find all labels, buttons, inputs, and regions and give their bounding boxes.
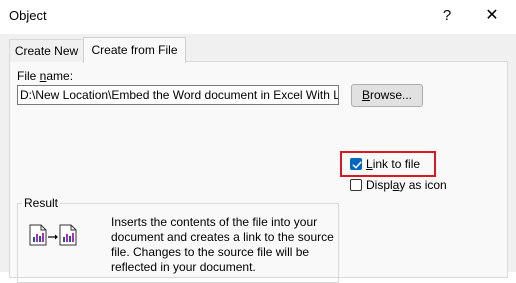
tab-create-from-file[interactable]: Create from File	[83, 37, 186, 63]
browse-button[interactable]: Browse...	[351, 84, 423, 107]
result-label: Result	[22, 196, 61, 210]
link-to-file-checkbox[interactable]	[350, 158, 362, 170]
linked-document-icon	[29, 224, 79, 251]
display-as-icon-checkbox[interactable]	[350, 179, 362, 191]
link-to-file-label[interactable]: Link to file	[366, 157, 420, 171]
file-name-label: File name:	[17, 69, 74, 83]
help-button[interactable]: ?	[437, 4, 457, 28]
file-name-input[interactable]: D:\New Location\Embed the Word document …	[17, 85, 339, 105]
checkmark-icon	[352, 161, 362, 169]
result-description: Inserts the contents of the file into yo…	[111, 215, 334, 274]
dialog-title: Object	[9, 8, 47, 23]
display-as-icon-label[interactable]: Display as icon	[366, 178, 447, 192]
title-bar: Object ? ✕	[0, 0, 516, 34]
tab-create-new[interactable]: Create New	[9, 39, 84, 62]
close-button[interactable]: ✕	[481, 4, 503, 28]
